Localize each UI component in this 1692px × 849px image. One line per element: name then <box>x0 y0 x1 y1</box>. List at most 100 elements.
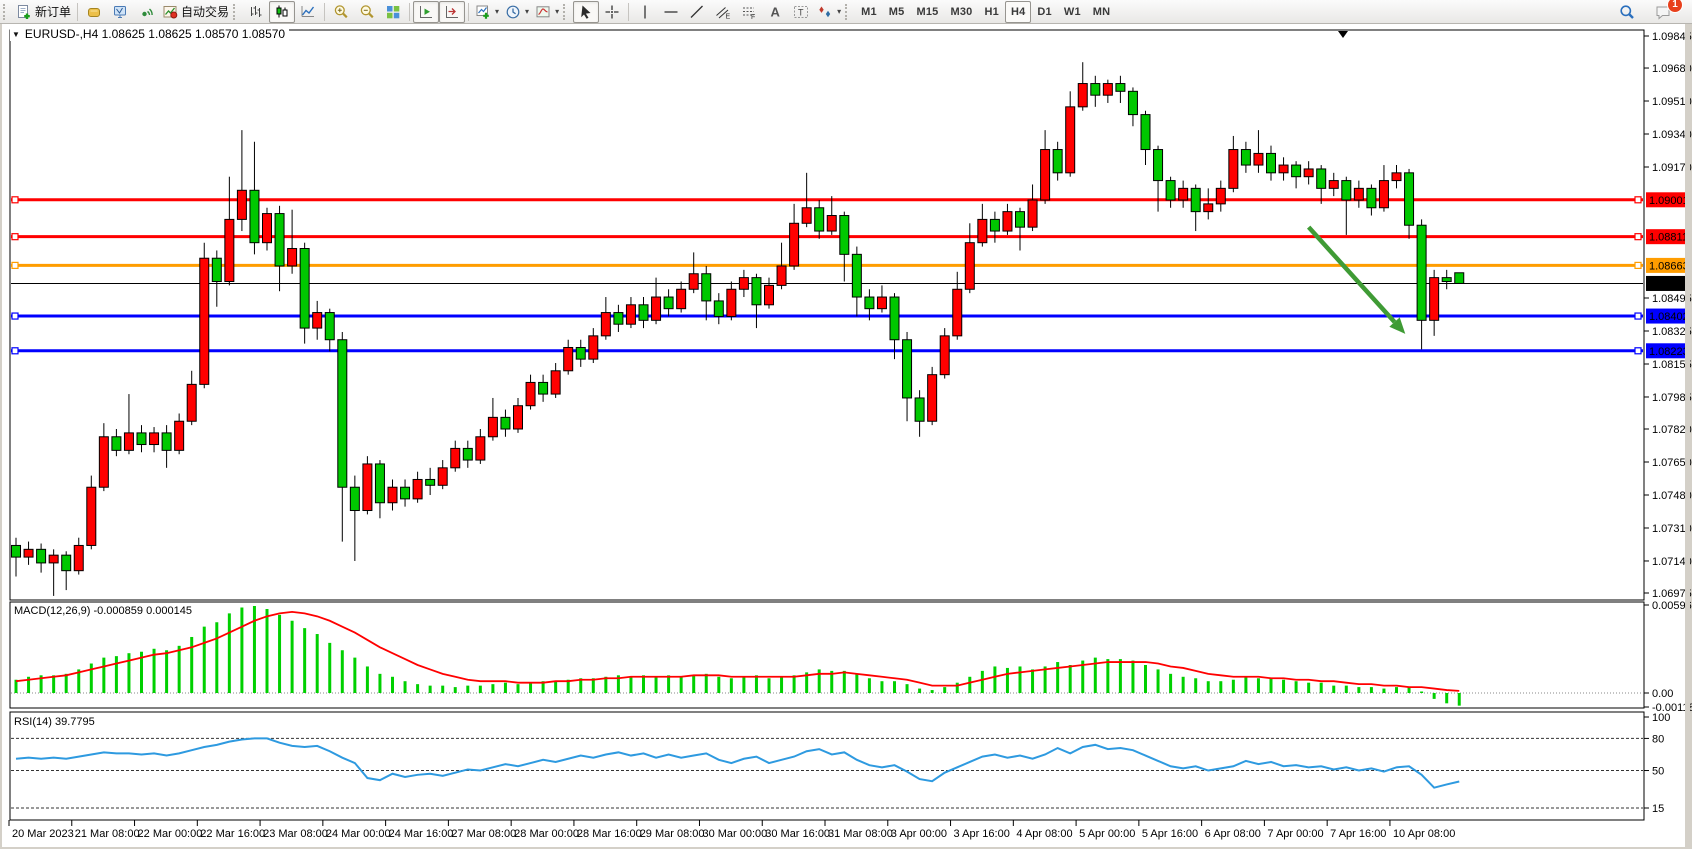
line-handle[interactable] <box>12 348 18 354</box>
line-chart-button[interactable] <box>295 1 321 23</box>
line-handle[interactable] <box>12 313 18 319</box>
horizontal-line-button[interactable] <box>658 1 684 23</box>
tile-windows-button[interactable] <box>380 1 406 23</box>
candle-body <box>1317 169 1326 188</box>
candle-body <box>1003 212 1012 231</box>
chart-dropdown-icon[interactable]: ▼ <box>12 30 20 39</box>
candle-body <box>62 555 71 571</box>
candle-body <box>212 258 221 281</box>
fibonacci-button[interactable]: F <box>736 1 762 23</box>
line-handle[interactable] <box>1635 313 1641 319</box>
tline-icon <box>689 4 705 20</box>
timeframe-button-h4[interactable]: H4 <box>1005 1 1031 23</box>
time-tick-label: 27 Mar 08:00 <box>451 828 516 840</box>
market-watch-button[interactable] <box>81 1 107 23</box>
candle-body <box>1367 188 1376 207</box>
text-button[interactable]: A <box>762 1 788 23</box>
svg-text:1.08223: 1.08223 <box>1649 346 1689 358</box>
terminal-button[interactable] <box>133 1 159 23</box>
rsi-axis-label: 15 <box>1652 803 1664 815</box>
toolbar-grip <box>233 4 240 20</box>
candle-body <box>476 437 485 460</box>
time-tick-label: 5 Apr 00:00 <box>1079 828 1135 840</box>
navigator-button[interactable] <box>107 1 133 23</box>
macd-axis-label: 0.00 <box>1652 688 1673 700</box>
market-watch-icon <box>86 4 102 20</box>
cursor-button[interactable] <box>573 1 599 23</box>
arrows-icon <box>817 4 833 20</box>
candle-body <box>940 336 949 375</box>
periods-button[interactable]: ▾ <box>502 1 532 23</box>
time-tick-label: 3 Apr 16:00 <box>954 828 1010 840</box>
trendline-button[interactable] <box>684 1 710 23</box>
candle-body <box>250 190 259 242</box>
candle-body <box>1417 225 1426 320</box>
crosshair-button[interactable] <box>599 1 625 23</box>
line-handle[interactable] <box>12 262 18 268</box>
new-order-button[interactable]: 新订单 <box>13 1 74 23</box>
main-toolbar: 新订单自动交易▾▾▾EFAT▾M1M5M15M30H1H4D1W1MN1 <box>0 0 1692 24</box>
line-handle[interactable] <box>1635 197 1641 203</box>
timeframe-button-m15[interactable]: M15 <box>910 1 944 23</box>
candle-body <box>49 555 58 563</box>
timeframe-button-h1[interactable]: H1 <box>978 1 1004 23</box>
zoom-out-button[interactable] <box>354 1 380 23</box>
chevron-down-icon: ▾ <box>555 7 559 16</box>
vertical-line-button[interactable] <box>632 1 658 23</box>
candle-body <box>915 398 924 421</box>
timeframe-button-w1[interactable]: W1 <box>1058 1 1087 23</box>
candle-body <box>890 297 899 340</box>
candle-body <box>664 297 673 309</box>
candle-body <box>865 297 874 309</box>
candle-body <box>1342 181 1351 200</box>
line-handle[interactable] <box>12 197 18 203</box>
timeframe-button-d1[interactable]: D1 <box>1031 1 1057 23</box>
arrows-button[interactable]: ▾ <box>814 1 844 23</box>
timeframe-button-mn[interactable]: MN <box>1087 1 1117 23</box>
time-tick-label: 31 Mar 08:00 <box>828 828 893 840</box>
candle-body <box>1379 181 1388 208</box>
candle-body <box>288 249 297 266</box>
time-tick-label: 21 Mar 08:00 <box>75 828 140 840</box>
chart-shift-button[interactable] <box>439 1 465 23</box>
zoom-in-button[interactable] <box>328 1 354 23</box>
label-button[interactable]: T <box>788 1 814 23</box>
candle-body <box>1103 84 1112 96</box>
svg-text:E: E <box>726 13 731 20</box>
timeframe-button-m1[interactable]: M1 <box>855 1 883 23</box>
toolbar-separator <box>468 3 469 21</box>
chart-window: ▼ EURUSD-,H4 1.08625 1.08625 1.08570 1.0… <box>0 24 1692 849</box>
candle-body <box>777 266 786 285</box>
templates-button[interactable]: ▾ <box>532 1 562 23</box>
chart-area[interactable]: 1.098451.096801.095101.093401.091701.084… <box>2 24 1692 849</box>
candle-body <box>802 208 811 224</box>
toolbar-grip <box>845 4 852 20</box>
candle-body <box>1254 153 1263 165</box>
line-handle[interactable] <box>12 234 18 240</box>
candle-body <box>1204 204 1213 212</box>
toolbar-separator <box>324 3 325 21</box>
autotrading-button[interactable]: 自动交易 <box>159 1 232 23</box>
svg-text:1.08570: 1.08570 <box>1649 278 1689 290</box>
autotrading-icon <box>162 4 178 20</box>
channel-button[interactable]: E <box>710 1 736 23</box>
search-button[interactable] <box>1614 1 1640 23</box>
indicators-button[interactable]: ▾ <box>472 1 502 23</box>
notifications-button[interactable]: 1 <box>1650 1 1676 23</box>
candle-body <box>1455 273 1464 284</box>
line-handle[interactable] <box>1635 262 1641 268</box>
line-handle[interactable] <box>1635 234 1641 240</box>
candle-body <box>589 336 598 359</box>
candle-body <box>877 297 886 309</box>
candle-body <box>1292 165 1301 177</box>
auto-scroll-button[interactable] <box>413 1 439 23</box>
timeframe-button-m5[interactable]: M5 <box>883 1 911 23</box>
bar-chart-button[interactable] <box>243 1 269 23</box>
line-handle[interactable] <box>1635 348 1641 354</box>
candle-body <box>1078 84 1087 107</box>
candlestick-chart-button[interactable] <box>269 1 295 23</box>
candle-body <box>614 313 623 325</box>
vline-icon <box>637 4 653 20</box>
timeframe-button-m30[interactable]: M30 <box>944 1 978 23</box>
candle-body <box>338 340 347 487</box>
